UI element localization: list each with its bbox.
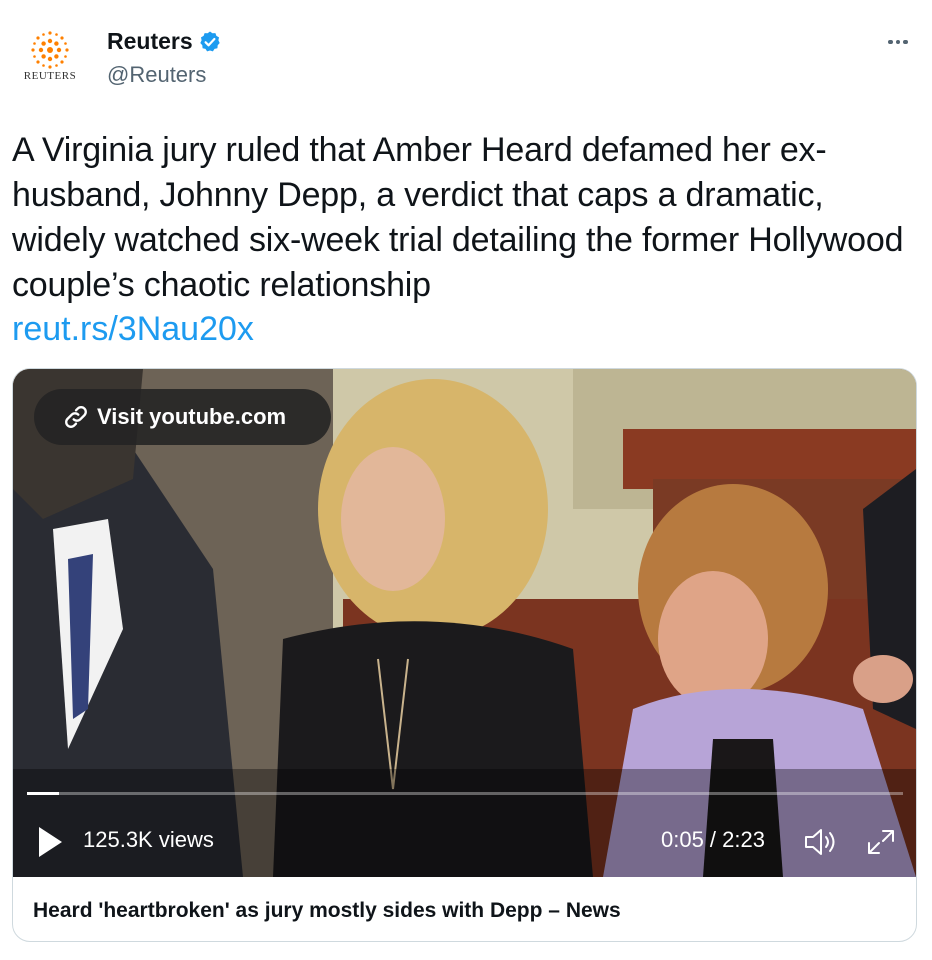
media-card[interactable]: Visit youtube.com 125.3K views 0:05 / 2:… [12,368,917,942]
tweet-text: A Virginia jury ruled that Amber Heard d… [12,131,904,304]
video-time: 0:05 / 2:23 [661,827,765,852]
card-title[interactable]: Heard 'heartbroken' as jury mostly sides… [33,899,621,923]
author-name[interactable]: Reuters [107,28,193,55]
video-progress-fill [27,792,60,795]
link-icon [65,406,87,428]
volume-icon[interactable] [803,825,839,859]
visit-youtube-button[interactable]: Visit youtube.com [34,389,331,445]
avatar-wordmark: REUTERS [23,70,77,82]
author-handle[interactable]: @Reuters [107,62,206,88]
reuters-logo-icon [31,31,69,69]
author-name-row[interactable]: Reuters [107,28,222,55]
tweet-link[interactable]: reut.rs/3Nau20x [12,307,254,352]
video-frame [13,369,916,877]
expand-icon[interactable] [863,825,899,859]
play-icon[interactable] [35,824,65,860]
video-player[interactable]: Visit youtube.com 125.3K views 0:05 / 2:… [13,369,916,877]
visit-youtube-label: Visit youtube.com [97,404,287,429]
verified-badge-icon [199,31,220,51]
avatar[interactable]: REUTERS [14,26,86,92]
view-count: 125.3K views [83,827,214,852]
more-options-icon[interactable] [880,30,916,54]
video-progress-bar[interactable] [27,792,903,795]
tweet-header: REUTERS Reuters @Reuters [0,0,932,110]
